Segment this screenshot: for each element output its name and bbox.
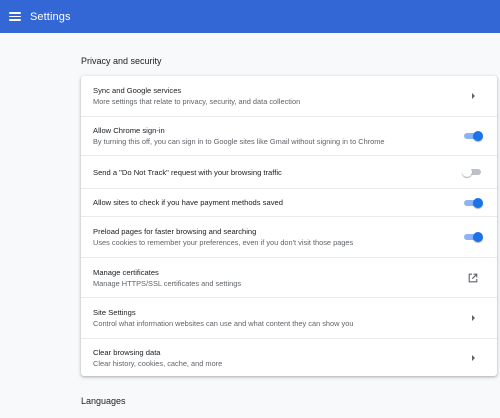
section-title-languages: Languages <box>81 396 126 406</box>
row-label: Allow sites to check if you have payment… <box>93 198 283 207</box>
privacy-settings-card: Sync and Google services More settings t… <box>81 76 497 376</box>
do-not-track-toggle[interactable] <box>462 166 483 178</box>
preload-pages-toggle[interactable] <box>463 231 483 243</box>
row-do-not-track[interactable]: Send a "Do Not Track" request with your … <box>81 156 497 188</box>
chevron-right-icon <box>461 308 485 328</box>
row-label: Allow Chrome sign-in <box>93 126 165 135</box>
row-label: Send a "Do Not Track" request with your … <box>93 167 282 177</box>
payment-methods-toggle[interactable] <box>463 197 483 209</box>
row-allow-chrome-signin[interactable]: Allow Chrome sign-in By turning this off… <box>81 117 497 155</box>
row-sublabel: By turning this off, you can sign in to … <box>93 137 385 146</box>
row-label: Sync and Google services <box>93 86 182 95</box>
menu-button[interactable] <box>1 0 29 33</box>
chevron-right-icon <box>461 86 485 106</box>
row-label: Manage certificates <box>93 267 159 277</box>
row-label: Preload pages for faster browsing and se… <box>93 227 257 236</box>
row-sublabel: Uses cookies to remember your preference… <box>93 238 354 247</box>
row-clear-browsing-data[interactable]: Clear browsing data Clear history, cooki… <box>81 339 497 376</box>
row-label: Site Settings <box>93 308 136 317</box>
row-sync-google-services[interactable]: Sync and Google services More settings t… <box>81 76 497 116</box>
row-sublabel: Manage HTTPS/SSL certificates and settin… <box>93 278 242 288</box>
row-label: Clear browsing data <box>93 347 161 357</box>
allow-signin-toggle[interactable] <box>463 130 483 142</box>
chevron-right-icon <box>461 348 485 368</box>
row-manage-certificates[interactable]: Manage certificates Manage HTTPS/SSL cer… <box>81 258 497 297</box>
row-payment-methods[interactable]: Allow sites to check if you have payment… <box>81 189 497 216</box>
row-sublabel: Clear history, cookies, cache, and more <box>93 358 223 368</box>
open-in-new-icon <box>461 268 485 288</box>
page-title: Settings <box>30 10 71 23</box>
row-site-settings[interactable]: Site Settings Control what information w… <box>81 298 497 338</box>
row-sublabel: More settings that relate to privacy, se… <box>93 97 301 106</box>
app-header: Settings <box>0 0 500 33</box>
hamburger-menu-icon <box>9 12 21 21</box>
row-sublabel: Control what information websites can us… <box>93 319 354 328</box>
section-title-privacy: Privacy and security <box>81 56 162 66</box>
row-preload-pages[interactable]: Preload pages for faster browsing and se… <box>81 217 497 257</box>
